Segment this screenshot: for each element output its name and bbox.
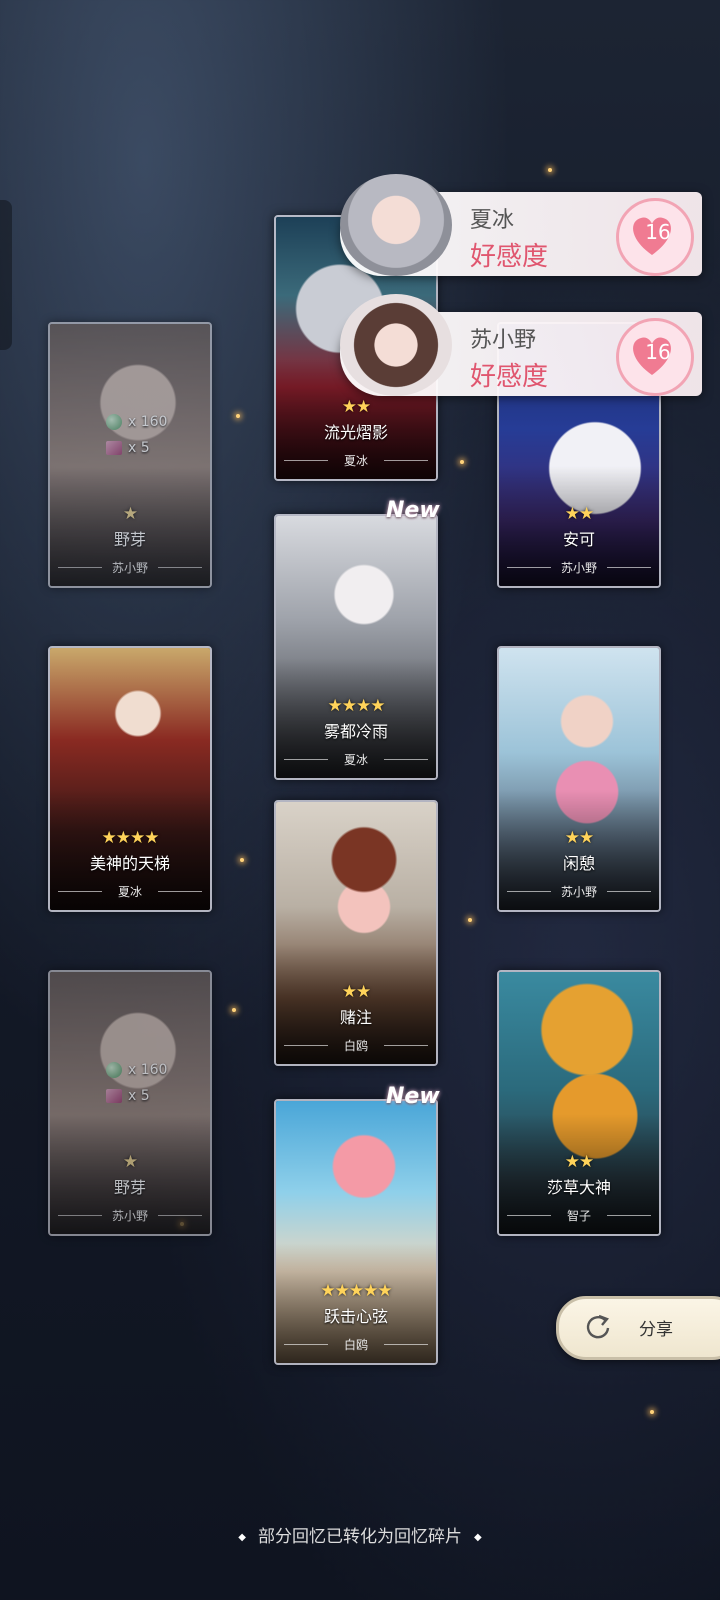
card-title: 赌注 [339,1008,372,1027]
card-title: 野芽 [113,530,146,549]
memory-card-wudu[interactable]: ★★★★ 雾都冷雨 夏冰 [274,514,438,780]
card-character: 苏小野 [499,883,659,900]
character-portrait-suxiaoye [340,294,452,396]
card-character: 苏小野 [50,1207,210,1224]
game-screen: { "favorability": [ {"name": "夏冰", "labe… [0,0,720,1600]
footer-text: 部分回忆已转化为回忆碎片 [258,1527,462,1547]
reward-items-count: x 5 [128,1088,150,1104]
star-rating: ★★ [564,504,594,524]
share-label: 分享 [639,1320,673,1340]
card-title: 野芽 [113,1178,146,1197]
star-rating: ★★ [341,397,371,417]
character-name: 夏冰 [470,208,515,233]
card-character: 智子 [499,1207,659,1224]
reward-gems-count: x 160 [128,414,168,430]
gem-icon [106,1062,122,1078]
card-title: 流光熠影 [323,423,388,442]
character-name: 苏小野 [470,328,537,353]
card-title: 莎草大神 [546,1178,611,1197]
card-title: 雾都冷雨 [323,722,388,741]
reward-gems: x 160 [106,414,167,430]
gift-box-icon [106,1089,122,1103]
star-rating: ★ [122,1152,138,1172]
card-title: 跃击心弦 [323,1307,388,1326]
reward-items: x 5 [106,1088,150,1104]
sparkle [548,168,552,172]
gift-box-icon [106,441,122,455]
reward-items: x 5 [106,440,150,456]
character-portrait-xiabing [340,174,452,276]
gem-icon [106,414,122,430]
card-title: 美神的天梯 [89,854,170,873]
favorability-popup-suxiaoye: 苏小野 好感度 16 [340,294,702,396]
card-character: 白鸥 [276,1037,436,1054]
memory-card-yaya[interactable]: x 160 x 5 ★ 野芽 苏小野 [48,322,212,588]
star-rating: ★★ [564,828,594,848]
card-character: 夏冰 [50,883,210,900]
sparkle [232,1008,236,1012]
star-rating: ★★★★★ [320,1281,392,1301]
bullet-right: ◆ [474,1531,482,1543]
star-rating: ★★ [341,982,371,1002]
favorability-value: 16 [645,340,671,364]
card-character: 苏小野 [499,559,659,576]
memory-card-yaya[interactable]: x 160 x 5 ★ 野芽 苏小野 [48,970,212,1236]
card-character: 夏冰 [276,452,436,469]
star-rating: ★★★★ [101,828,160,848]
reward-gems: x 160 [106,1062,167,1078]
card-title: 闲憩 [562,854,595,873]
sparkle [460,460,464,464]
memory-card-shacao[interactable]: ★★ 莎草大神 智子 [497,970,661,1236]
reward-gems-count: x 160 [128,1062,168,1078]
card-character: 苏小野 [50,559,210,576]
new-badge: New [386,498,440,523]
star-rating: ★★ [564,1152,594,1172]
memory-card-duzhu[interactable]: ★★ 赌注 白鸥 [274,800,438,1066]
share-button[interactable]: 分享 [556,1296,720,1360]
favorability-label: 好感度 [470,242,549,272]
sparkle [468,918,472,922]
favorability-value: 16 [645,220,671,244]
card-character: 夏冰 [276,751,436,768]
reward-items-count: x 5 [128,440,150,456]
star-rating: ★★★★ [327,696,386,716]
memory-card-xianqi[interactable]: ★★ 闲憩 苏小野 [497,646,661,912]
star-rating: ★ [122,504,138,524]
sparkle [236,414,240,418]
bullet-left: ◆ [238,1531,246,1543]
card-character: 白鸥 [276,1336,436,1353]
memory-card-meishen[interactable]: ★★★★ 美神的天梯 夏冰 [48,646,212,912]
card-title: 安可 [562,530,595,549]
share-arrow-icon [586,1314,610,1339]
favorability-label: 好感度 [470,362,549,392]
footer-note: ◆ 部分回忆已转化为回忆碎片 ◆ [0,1522,720,1547]
sparkle [650,1410,654,1414]
memory-card-yueji[interactable]: ★★★★★ 跃击心弦 白鸥 [274,1099,438,1365]
sparkle [240,858,244,862]
favorability-popup-xiabing: 夏冰 好感度 16 [340,174,702,276]
side-drawer-handle[interactable] [0,200,12,350]
new-badge: New [386,1084,440,1109]
